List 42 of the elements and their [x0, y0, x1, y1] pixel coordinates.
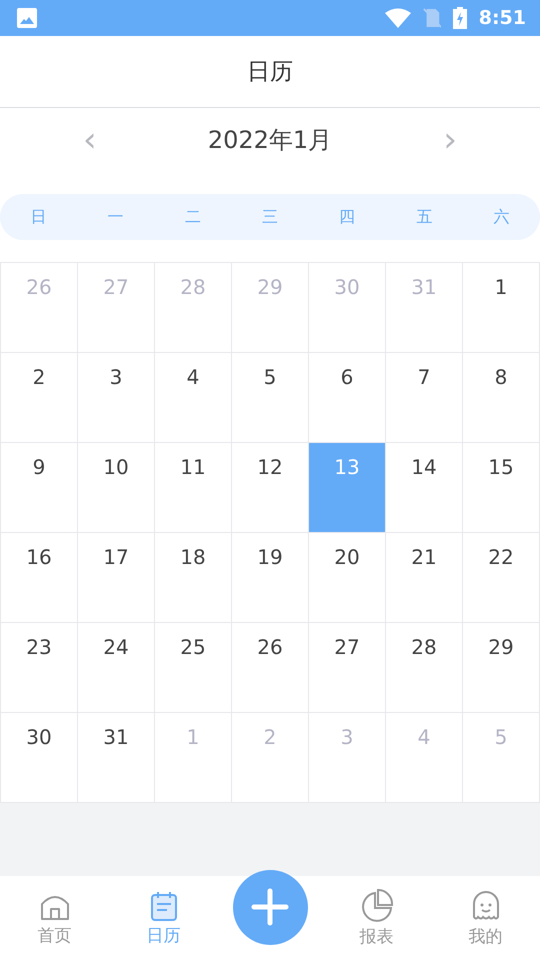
- wifi-icon: [384, 8, 411, 28]
- day-cell[interactable]: 17: [78, 533, 155, 623]
- day-cell[interactable]: 14: [386, 443, 463, 533]
- day-cell[interactable]: 8: [463, 353, 540, 443]
- pie-chart-icon: [360, 888, 394, 922]
- day-cell[interactable]: 28: [386, 623, 463, 713]
- day-cell[interactable]: 7: [386, 353, 463, 443]
- day-cell[interactable]: 19: [232, 533, 309, 623]
- month-label: 2022年1月: [208, 125, 332, 156]
- day-cell[interactable]: 10: [78, 443, 155, 533]
- day-cell[interactable]: 9: [1, 443, 78, 533]
- day-cell[interactable]: 2: [1, 353, 78, 443]
- image-icon: [17, 8, 37, 28]
- weekday-label: 六: [493, 206, 510, 228]
- day-cell[interactable]: 18: [155, 533, 232, 623]
- day-cell[interactable]: 26: [232, 623, 309, 713]
- battery-charging-icon: [452, 7, 467, 29]
- day-cell[interactable]: 27: [309, 623, 386, 713]
- day-cell[interactable]: 25: [155, 623, 232, 713]
- status-time: 8:51: [478, 7, 526, 29]
- day-cell[interactable]: 4: [155, 353, 232, 443]
- no-sim-icon: [422, 8, 441, 28]
- day-cell[interactable]: 16: [1, 533, 78, 623]
- day-cell[interactable]: 1: [463, 263, 540, 353]
- day-cell[interactable]: 23: [1, 623, 78, 713]
- day-cell[interactable]: 20: [309, 533, 386, 623]
- day-cell[interactable]: 15: [463, 443, 540, 533]
- day-cell[interactable]: 3: [78, 353, 155, 443]
- weekday-label: 四: [339, 206, 356, 228]
- day-cell[interactable]: 21: [386, 533, 463, 623]
- weekday-label: 三: [262, 206, 278, 228]
- plus-icon: [250, 887, 290, 927]
- page-title: 日历: [247, 58, 293, 87]
- weekday-label: 五: [416, 206, 432, 228]
- day-cell[interactable]: 22: [463, 533, 540, 623]
- weekday-label: 日: [30, 206, 47, 228]
- day-cell[interactable]: 29: [463, 623, 540, 713]
- day-cell[interactable]: 24: [78, 623, 155, 713]
- day-cell[interactable]: 11: [155, 443, 232, 533]
- day-cell[interactable]: 5: [232, 353, 309, 443]
- weekday-label: 二: [184, 206, 201, 228]
- weekday-label: 一: [108, 206, 124, 228]
